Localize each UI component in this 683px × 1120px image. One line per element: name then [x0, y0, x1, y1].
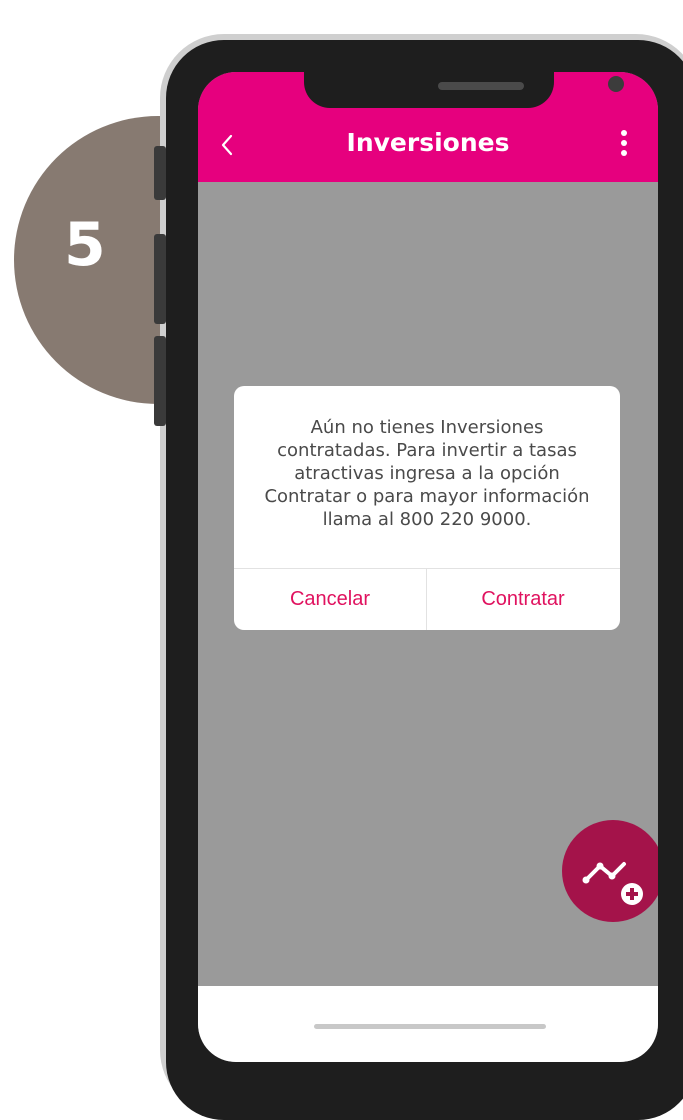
phone-side-button: [154, 234, 166, 324]
dialog-message-line: llama al 800 220 9000.: [322, 509, 532, 530]
step-number: 5: [64, 210, 106, 280]
speaker-grille: [438, 82, 524, 90]
phone-side-button: [154, 146, 166, 200]
dialog-message-line: atractivas ingresa a la opción: [294, 463, 560, 484]
front-camera: [608, 76, 624, 92]
phone-side-button: [154, 336, 166, 426]
trend-add-icon: [582, 862, 643, 905]
phone-notch: [304, 72, 624, 108]
home-indicator[interactable]: [314, 1024, 546, 1029]
dialog-message-line: contratadas. Para invertir a tasas: [277, 440, 577, 461]
app-header: Inversiones: [198, 72, 658, 182]
bottom-bar: [198, 986, 658, 1062]
info-dialog: Aún no tienes Inversiones contratadas. P…: [234, 386, 620, 630]
dialog-message: Aún no tienes Inversiones contratadas. P…: [254, 416, 600, 531]
dialog-message-line: Aún no tienes Inversiones: [310, 417, 544, 438]
more-options-button[interactable]: [612, 126, 636, 160]
page-title: Inversiones: [346, 128, 510, 157]
cancel-button[interactable]: Cancelar: [234, 569, 426, 630]
phone-screen: Inversiones Aún no tienes Inversiones co…: [198, 72, 658, 1062]
dialog-message-line: Contratar o para mayor información: [264, 486, 590, 507]
add-investment-fab[interactable]: [562, 820, 658, 922]
contract-button[interactable]: Contratar: [427, 569, 619, 630]
